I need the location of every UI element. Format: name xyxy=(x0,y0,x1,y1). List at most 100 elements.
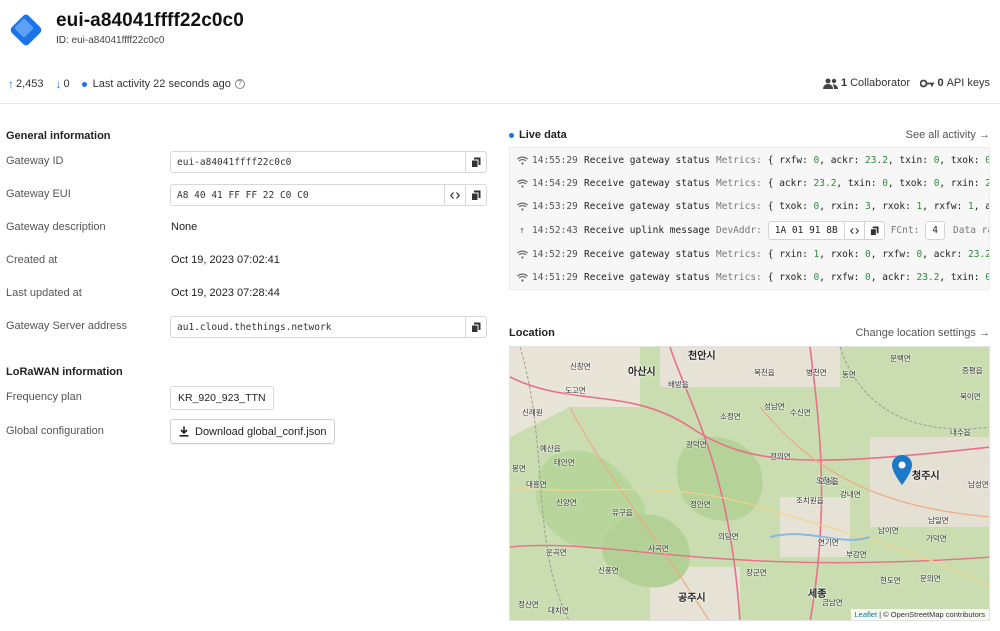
leaflet-link[interactable]: Leaflet xyxy=(855,610,878,619)
map-place-label: 병천면 xyxy=(806,368,827,377)
event-row[interactable]: 14:51:29 Receive gateway status Metrics:… xyxy=(510,266,989,289)
download-icon xyxy=(179,426,189,437)
gateway-logo-icon xyxy=(10,14,42,46)
devaddr-value[interactable]: 1A 01 91 8B xyxy=(769,222,844,239)
copy-icon xyxy=(869,226,879,236)
live-data-title: Live data xyxy=(519,129,567,141)
event-metrics: { ackr: 23.2, txin: 0, txok: 0, rxin: 2,… xyxy=(767,178,989,189)
map-place-label: 정안면 xyxy=(690,500,711,509)
frequency-plan-value: KR_920_923_TTN xyxy=(170,386,274,410)
gateway-stats: ↑ 2,453 ↓ 0 Last activity 22 seconds ago… xyxy=(8,77,257,91)
map-place-label: 전의면 xyxy=(770,452,791,461)
map-place-label: 청주시 xyxy=(912,471,940,482)
event-metrics: { rxin: 1, rxok: 0, rxfw: 0, ackr: 23.2,… xyxy=(767,249,990,260)
map-place-label: 연기면 xyxy=(818,538,839,547)
gateway-id-label: Gateway ID xyxy=(6,155,64,167)
map-place-label: 예산읍 xyxy=(540,444,561,453)
event-time: 14:52:43 xyxy=(532,225,578,236)
api-keys-link[interactable]: 0 API keys xyxy=(920,77,990,89)
copy-button[interactable] xyxy=(465,152,486,172)
map-place-label: 가덕면 xyxy=(926,534,947,543)
devaddr-field: 1A 01 91 8B xyxy=(767,221,885,240)
event-row[interactable]: 14:55:29 Receive gateway status Metrics:… xyxy=(510,149,989,172)
map-place-label: 수신면 xyxy=(790,408,811,417)
toggle-format-button[interactable] xyxy=(843,222,864,239)
copy-icon xyxy=(471,322,481,333)
map-place-label: 아산시 xyxy=(628,367,656,378)
event-metrics: { txok: 0, rxin: 3, rxok: 1, rxfw: 1, ac… xyxy=(767,201,989,212)
gateway-id-caption: ID: eui-a84041ffff22c0c0 xyxy=(56,35,164,46)
live-data-header: Live data See all activity → xyxy=(509,129,990,143)
download-label: Download global_conf.json xyxy=(195,425,327,438)
osm-attribution-text: | © OpenStreetMap contributors xyxy=(877,610,985,619)
map-place-label: 남성면 xyxy=(968,480,989,489)
download-global-conf-button[interactable]: Download global_conf.json xyxy=(170,419,336,444)
event-row[interactable]: 14:52:29 Receive gateway status Metrics:… xyxy=(510,243,990,266)
map-place-label: 의당면 xyxy=(718,532,739,541)
map-place-label: 현도면 xyxy=(880,576,901,585)
map-place-label: 정산면 xyxy=(518,600,539,609)
gateway-eui-label: Gateway EUI xyxy=(6,188,71,200)
toggle-format-button[interactable] xyxy=(444,185,465,205)
event-row[interactable]: 14:53:29 Receive gateway status Metrics:… xyxy=(510,195,989,218)
event-time: 14:54:29 xyxy=(532,178,578,189)
api-keys-label: API keys xyxy=(946,77,990,89)
map-place-label: 봉면 xyxy=(512,464,526,473)
map-place-label: 운곡면 xyxy=(546,548,567,557)
map-place-label: 신풍면 xyxy=(598,566,619,575)
event-trail: Data rate: SF7BW125 xyxy=(953,225,989,236)
downlink-count: 0 xyxy=(63,78,70,90)
map-place-label: 증평읍 xyxy=(962,366,983,375)
last-activity-text: Last activity 22 seconds ago xyxy=(92,78,231,90)
wifi-icon xyxy=(516,179,528,188)
event-metrics: { rxfw: 0, ackr: 23.2, txin: 0, txok: 0,… xyxy=(767,155,989,166)
map-place-label: 대흥면 xyxy=(526,480,547,489)
map-place-label: 북이면 xyxy=(960,392,981,401)
downlink-stat: ↓ 0 xyxy=(56,77,70,91)
copy-button[interactable] xyxy=(465,317,486,337)
collaborators-link[interactable]: 1 Collaborator xyxy=(822,77,910,89)
server-address-field: au1.cloud.thethings.network xyxy=(170,316,487,338)
see-all-activity-link[interactable]: See all activity → xyxy=(906,129,990,141)
copy-icon xyxy=(471,190,481,201)
copy-button[interactable] xyxy=(465,185,486,205)
location-title: Location xyxy=(509,327,555,339)
event-metrics: { rxok: 0, rxfw: 0, ackr: 23.2, txin: 0,… xyxy=(767,272,989,283)
event-label: Metrics: xyxy=(716,201,762,212)
map-place-label: 신양면 xyxy=(556,498,577,507)
map-place-label: 공주시 xyxy=(678,593,706,604)
event-label: Metrics: xyxy=(716,178,762,189)
map-place-label: 금남면 xyxy=(822,598,843,607)
help-icon[interactable]: ? xyxy=(234,79,245,89)
arrow-up-icon: ↑ xyxy=(519,225,525,236)
map-place-label: 도고면 xyxy=(565,386,586,395)
gateway-id-field: eui-a84041ffff22c0c0 xyxy=(170,151,487,173)
gateway-id-value[interactable]: eui-a84041ffff22c0c0 xyxy=(171,152,465,172)
gateway-description-label: Gateway description xyxy=(6,221,106,233)
server-address-value[interactable]: au1.cloud.thethings.network xyxy=(171,317,465,337)
map-pin-icon[interactable] xyxy=(892,455,912,485)
map-place-label: 문백면 xyxy=(890,354,911,363)
last-updated-label: Last updated at xyxy=(6,287,82,299)
event-label: DevAddr: xyxy=(716,225,762,236)
map-place-label: 소정면 xyxy=(720,412,741,421)
gateway-header: eui-a84041ffff22c0c0 ID: eui-a84041ffff2… xyxy=(0,0,1000,104)
event-time: 14:51:29 xyxy=(532,272,578,283)
event-type: Receive gateway status xyxy=(584,272,710,283)
map-place-label: 동면 xyxy=(842,370,856,379)
gateway-eui-value[interactable]: A8 40 41 FF FF 22 C0 C0 xyxy=(171,185,444,205)
map-place-label: 대치면 xyxy=(548,606,569,615)
event-row[interactable]: 14:54:29 Receive gateway status Metrics:… xyxy=(510,172,989,195)
event-label: Metrics: xyxy=(716,272,762,283)
page-title: eui-a84041ffff22c0c0 xyxy=(56,10,244,31)
uplink-stat: ↑ 2,453 xyxy=(8,77,44,91)
event-type: Receive gateway status xyxy=(584,201,710,212)
event-row[interactable]: ↑ 14:52:43 Receive uplink message DevAdd… xyxy=(510,219,989,242)
map-place-label: 장군면 xyxy=(746,568,767,577)
map-place-label: 목천읍 xyxy=(754,368,775,377)
change-location-link[interactable]: Change location settings → xyxy=(855,327,990,339)
location-map[interactable]: 천안시 아산시 세종 청주시 공주시 신창면 도고면 배방읍 목천읍 병천면 오… xyxy=(509,346,990,621)
copy-button[interactable] xyxy=(863,222,884,239)
map-place-label: 유구읍 xyxy=(612,508,633,517)
map-place-label: 내수읍 xyxy=(950,428,971,437)
